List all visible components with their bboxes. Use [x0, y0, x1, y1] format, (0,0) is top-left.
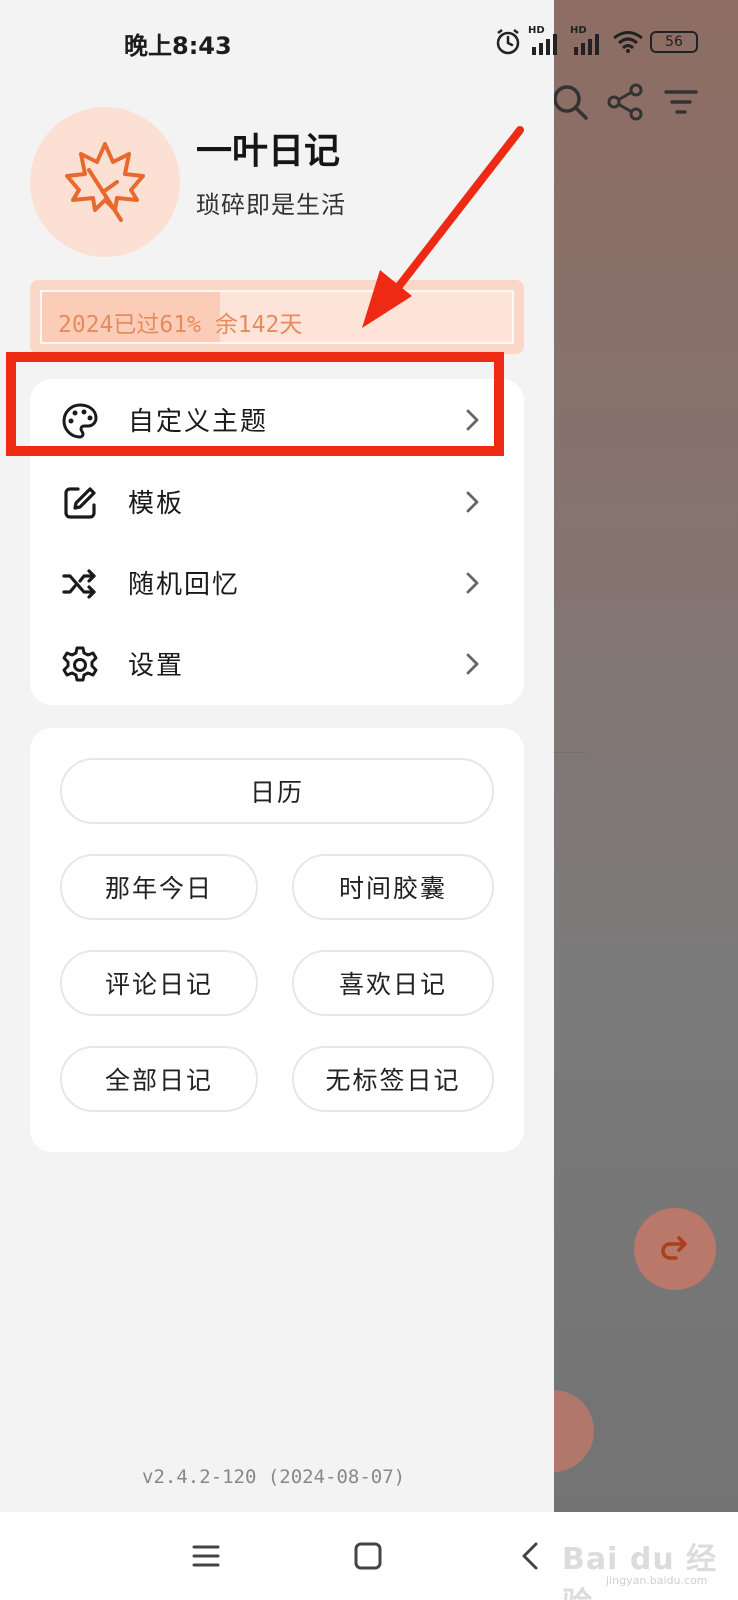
edit-icon	[64, 487, 96, 519]
time-capsule-button[interactable]: 时间胶囊	[292, 854, 494, 920]
back-chevron-icon	[522, 1542, 538, 1570]
back-nav-button[interactable]	[508, 1534, 552, 1578]
untagged-diary-button[interactable]: 无标签日记	[292, 1046, 494, 1112]
background-divider	[554, 752, 586, 753]
menu-item-label: 随机回忆	[128, 570, 241, 600]
signal-icon-2: HD	[570, 25, 606, 55]
maple-leaf-icon	[65, 142, 145, 222]
menu-nav-button[interactable]	[184, 1534, 228, 1578]
redo-icon	[661, 1236, 687, 1260]
battery-indicator: 56	[650, 31, 698, 53]
menu-item-label: 设置	[128, 651, 185, 681]
gear-icon	[62, 646, 98, 682]
year-progress-text: 2024已过61% 余142天	[58, 312, 303, 338]
menu-item-templates[interactable]: 模板	[30, 461, 524, 543]
chevron-right-icon	[466, 572, 479, 594]
watermark-logo: Bai du 经验	[562, 1542, 718, 1600]
calendar-button[interactable]: 日历	[60, 758, 494, 824]
chevron-right-icon	[466, 491, 479, 513]
search-icon[interactable]	[552, 84, 590, 126]
app-subtitle: 琐碎即是生活	[196, 191, 346, 219]
commented-diary-button[interactable]: 评论日记	[60, 950, 258, 1016]
app-logo-avatar[interactable]	[30, 107, 180, 257]
liked-diary-button[interactable]: 喜欢日记	[292, 950, 494, 1016]
alarm-icon	[496, 29, 520, 55]
share-icon[interactable]	[606, 82, 646, 126]
signal-icon: HD	[528, 25, 564, 55]
menu-item-label: 模板	[128, 489, 185, 519]
wifi-icon	[613, 31, 643, 53]
menu-item-random-memory[interactable]: 随机回忆	[30, 542, 524, 624]
filter-icon[interactable]	[664, 88, 698, 120]
chevron-right-icon	[466, 653, 479, 675]
refresh-fab[interactable]	[634, 1208, 716, 1290]
that-day-button[interactable]: 那年今日	[60, 854, 258, 920]
annotation-highlight-box	[6, 352, 504, 456]
home-nav-button[interactable]	[346, 1534, 390, 1578]
all-diary-button[interactable]: 全部日记	[60, 1046, 258, 1112]
watermark-url: jingyan.baidu.com	[606, 1574, 708, 1587]
year-progress-card: 2024已过61% 余142天	[30, 280, 524, 354]
app-title: 一叶日记	[196, 131, 341, 172]
status-icons: HD HD 56	[494, 25, 698, 56]
menu-icon	[192, 1545, 220, 1567]
shuffle-icon	[62, 569, 96, 599]
home-square-icon	[354, 1542, 382, 1570]
quick-links-card: 日历 那年今日 时间胶囊 评论日记 喜欢日记 全部日记 无标签日记	[30, 728, 524, 1152]
background-app-panel	[554, 0, 738, 1600]
year-progress-bar: 2024已过61% 余142天	[40, 290, 514, 344]
status-time: 晚上8:43	[124, 32, 232, 60]
version-label: v2.4.2-120 (2024-08-07)	[142, 1466, 406, 1488]
menu-item-settings[interactable]: 设置	[30, 623, 524, 705]
